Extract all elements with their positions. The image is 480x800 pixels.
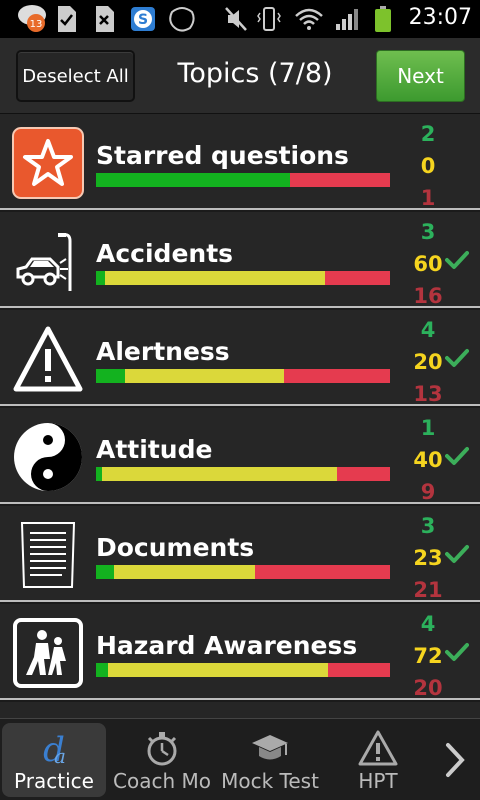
yin-yang-icon xyxy=(14,423,82,491)
checkmark-icon[interactable] xyxy=(445,544,469,564)
bar-correct xyxy=(96,369,126,383)
topic-counts: 2 0 1 xyxy=(400,118,456,214)
topic-row-next-partial[interactable] xyxy=(0,702,480,718)
count-wrong: 21 xyxy=(413,578,443,602)
bar-correct xyxy=(96,173,291,187)
star-icon xyxy=(12,127,84,199)
clock: 23:07 xyxy=(408,5,472,30)
tab-practice[interactable]: d a Practice xyxy=(2,723,106,797)
bar-wrong xyxy=(254,565,390,579)
bar-partial xyxy=(104,271,326,285)
bar-correct xyxy=(96,565,114,579)
progress-bar xyxy=(96,369,390,383)
bar-wrong xyxy=(337,467,390,481)
count-wrong: 1 xyxy=(420,186,436,210)
bar-wrong xyxy=(328,663,390,677)
bar-partial xyxy=(101,467,338,481)
practice-icon: d a xyxy=(43,730,66,767)
graduation-cap-icon xyxy=(252,735,288,760)
status-bar: 13 S 23:07 xyxy=(0,0,480,38)
top-bar: Deselect All Topics (7/8) Next xyxy=(0,38,480,114)
progress-bar xyxy=(96,565,390,579)
pedestrians-sign-icon xyxy=(13,618,83,688)
tab-label: Mock Test xyxy=(221,769,319,793)
bar-wrong xyxy=(290,173,390,187)
car-crash-icon xyxy=(16,233,72,291)
notification-count: 13 xyxy=(30,19,43,30)
tab-label: Practice xyxy=(14,769,94,793)
progress-bar xyxy=(96,663,390,677)
bar-wrong xyxy=(325,271,390,285)
app-outline-icon xyxy=(169,7,195,32)
count-partial: 0 xyxy=(420,154,436,178)
checkmark-icon[interactable] xyxy=(445,642,469,662)
bar-correct xyxy=(96,663,108,677)
topic-name: Attitude xyxy=(96,435,213,464)
count-correct: 2 xyxy=(420,122,436,146)
count-correct: 3 xyxy=(420,514,436,538)
topic-row-alertness[interactable]: Alertness 4 20 13 xyxy=(0,310,480,406)
checkmark-icon[interactable] xyxy=(445,348,469,368)
count-correct: 3 xyxy=(420,220,436,244)
signal-icon xyxy=(336,9,358,30)
bar-partial xyxy=(107,663,329,677)
checkmark-icon[interactable] xyxy=(445,250,469,270)
page-title: Topics (7/8) xyxy=(177,58,333,89)
battery-icon xyxy=(375,6,391,32)
progress-bar xyxy=(96,173,390,187)
tab-mock-test[interactable]: Mock Test xyxy=(218,723,322,797)
bar-partial xyxy=(125,369,285,383)
tab-coach-mode[interactable]: Coach Mo xyxy=(110,723,214,797)
count-wrong: 20 xyxy=(413,676,443,700)
checkmark-icon[interactable] xyxy=(445,446,469,466)
topic-row-documents[interactable]: Documents 3 23 21 xyxy=(0,506,480,602)
document-icon xyxy=(20,522,76,588)
count-correct: 4 xyxy=(420,612,436,636)
count-correct: 4 xyxy=(420,318,436,342)
stopwatch-icon xyxy=(147,732,177,766)
bar-correct xyxy=(96,271,105,285)
topic-row-hazard-awareness[interactable]: Hazard Awareness 4 72 20 xyxy=(0,604,480,700)
progress-bar xyxy=(96,271,390,285)
mute-icon xyxy=(225,7,247,31)
count-wrong: 9 xyxy=(420,480,436,504)
topic-name: Accidents xyxy=(96,239,234,268)
app-s-icon: S xyxy=(131,7,155,31)
chevron-right-icon[interactable] xyxy=(440,739,470,781)
topic-name: Starred questions xyxy=(96,141,349,170)
topic-name: Documents xyxy=(96,533,255,562)
next-button[interactable]: Next xyxy=(376,50,465,102)
progress-bar xyxy=(96,467,390,481)
svg-text:S: S xyxy=(138,12,148,28)
tab-label: HPT xyxy=(358,769,398,793)
bar-wrong xyxy=(284,369,390,383)
topic-row-accidents[interactable]: Accidents 3 60 16 xyxy=(0,212,480,308)
messaging-icon: 13 xyxy=(18,5,46,32)
warning-icon xyxy=(358,730,398,766)
bottom-tab-bar: d a Practice Coach Mo Mock Test HPT xyxy=(0,718,480,800)
deselect-all-button[interactable]: Deselect All xyxy=(16,50,135,102)
bar-partial xyxy=(113,565,255,579)
task-check-icon xyxy=(58,6,76,32)
task-cancel-icon xyxy=(96,6,114,32)
topic-name: Alertness xyxy=(96,337,230,366)
topic-row-starred[interactable]: Starred questions 2 0 1 xyxy=(0,114,480,210)
topic-list[interactable]: Starred questions 2 0 1 Accidents 3 60 1… xyxy=(0,114,480,718)
count-wrong: 16 xyxy=(413,284,443,308)
topic-row-attitude[interactable]: Attitude 1 40 9 xyxy=(0,408,480,504)
svg-text:a: a xyxy=(54,744,66,767)
wifi-icon xyxy=(295,8,323,30)
tab-hpt[interactable]: HPT xyxy=(326,723,430,797)
topic-name: Hazard Awareness xyxy=(96,631,358,660)
warning-triangle-icon xyxy=(13,326,83,392)
count-wrong: 13 xyxy=(413,382,443,406)
tab-label: Coach Mo xyxy=(113,769,211,793)
count-correct: 1 xyxy=(420,416,436,440)
vibrate-icon xyxy=(257,7,281,31)
